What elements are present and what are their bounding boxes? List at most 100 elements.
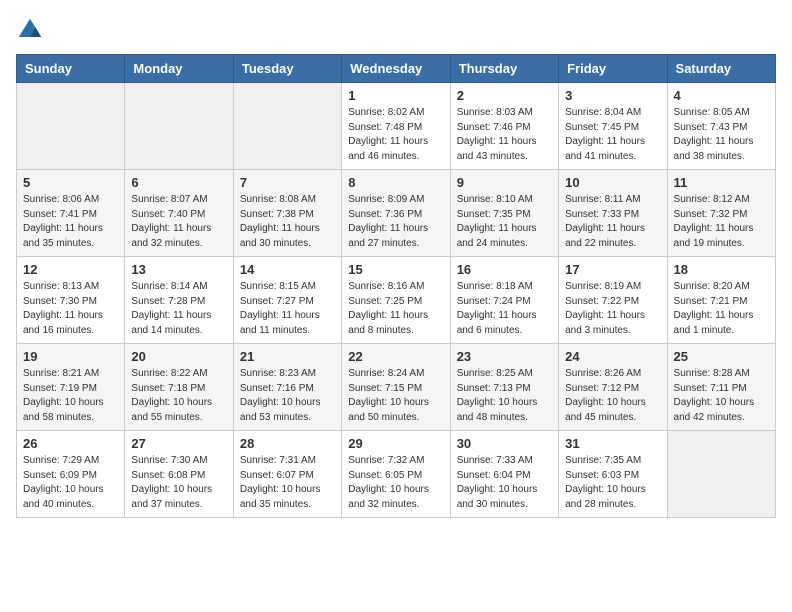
weekday-header: Friday [559,55,667,83]
cell-content: Sunrise: 8:24 AM Sunset: 7:15 PM Dayligh… [348,367,443,425]
day-number: 1 [348,88,443,103]
calendar-cell [233,83,341,170]
calendar-week-row: 19Sunrise: 8:21 AM Sunset: 7:19 PM Dayli… [17,344,776,431]
calendar-week-row: 26 Sunrise: 7:29 AM Sunset: 6:09 PM Dayli… [17,431,776,518]
calendar-week-row: 12 Sunrise: 8:13 AM Sunset: 7:30 PM Dayli… [17,257,776,344]
calendar-cell: 12 Sunrise: 8:13 AM Sunset: 7:30 PM Dayli… [17,257,125,344]
calendar-cell: 11 Sunrise: 8:12 AM Sunset: 7:32 PM Dayli… [667,170,775,257]
calendar-cell: 17Sunrise: 8:19 AM Sunset: 7:22 PM Dayli… [559,257,667,344]
cell-content: Sunrise: 8:23 AM Sunset: 7:16 PM Dayligh… [240,367,335,425]
logo-icon [16,16,44,44]
cell-content: Sunrise: 8:16 AM Sunset: 7:25 PM Dayligh… [348,280,443,338]
cell-content: Sunrise: 7:30 AM Sunset: 6:08 PM Dayligh… [131,454,226,512]
calendar-cell [125,83,233,170]
calendar-table: SundayMondayTuesdayWednesdayThursdayFrid… [16,54,776,518]
day-number: 14 [240,262,335,277]
day-number: 16 [457,262,552,277]
calendar-cell [17,83,125,170]
calendar-cell: 14 Sunrise: 8:15 AM Sunset: 7:27 PM Dayli… [233,257,341,344]
day-number: 10 [565,175,660,190]
calendar-cell: 25 Sunrise: 8:28 AM Sunset: 7:11 PM Dayli… [667,344,775,431]
day-number: 6 [131,175,226,190]
calendar-cell: 21 Sunrise: 8:23 AM Sunset: 7:16 PM Dayli… [233,344,341,431]
day-number: 8 [348,175,443,190]
calendar-week-row: 1 Sunrise: 8:02 AM Sunset: 7:48 PM Daylig… [17,83,776,170]
day-number: 25 [674,349,769,364]
calendar-cell: 3Sunrise: 8:04 AM Sunset: 7:45 PM Daylig… [559,83,667,170]
cell-content: Sunrise: 8:08 AM Sunset: 7:38 PM Dayligh… [240,193,335,251]
calendar-cell: 6 Sunrise: 8:07 AM Sunset: 7:40 PM Daylig… [125,170,233,257]
day-number: 15 [348,262,443,277]
calendar-body: 1 Sunrise: 8:02 AM Sunset: 7:48 PM Daylig… [17,83,776,518]
calendar-cell: 5 Sunrise: 8:06 AM Sunset: 7:41 PM Daylig… [17,170,125,257]
day-number: 21 [240,349,335,364]
cell-content: Sunrise: 8:26 AM Sunset: 7:12 PM Dayligh… [565,367,660,425]
cell-content: Sunrise: 8:28 AM Sunset: 7:11 PM Dayligh… [674,367,769,425]
weekday-header: Thursday [450,55,558,83]
day-number: 3 [565,88,660,103]
day-number: 28 [240,436,335,451]
day-number: 30 [457,436,552,451]
calendar-cell: 9 Sunrise: 8:10 AM Sunset: 7:35 PM Daylig… [450,170,558,257]
cell-content: Sunrise: 8:18 AM Sunset: 7:24 PM Dayligh… [457,280,552,338]
weekday-header: Sunday [17,55,125,83]
calendar-cell: 4Sunrise: 8:05 AM Sunset: 7:43 PM Daylig… [667,83,775,170]
cell-content: Sunrise: 7:29 AM Sunset: 6:09 PM Dayligh… [23,454,118,512]
cell-content: Sunrise: 8:14 AM Sunset: 7:28 PM Dayligh… [131,280,226,338]
day-number: 5 [23,175,118,190]
weekday-row: SundayMondayTuesdayWednesdayThursdayFrid… [17,55,776,83]
cell-content: Sunrise: 8:22 AM Sunset: 7:18 PM Dayligh… [131,367,226,425]
calendar-cell: 2 Sunrise: 8:03 AM Sunset: 7:46 PM Daylig… [450,83,558,170]
day-number: 31 [565,436,660,451]
cell-content: Sunrise: 8:11 AM Sunset: 7:33 PM Dayligh… [565,193,660,251]
calendar-cell: 1 Sunrise: 8:02 AM Sunset: 7:48 PM Daylig… [342,83,450,170]
calendar-cell: 16 Sunrise: 8:18 AM Sunset: 7:24 PM Dayli… [450,257,558,344]
day-number: 17 [565,262,660,277]
cell-content: Sunrise: 8:06 AM Sunset: 7:41 PM Dayligh… [23,193,118,251]
calendar-cell: 8 Sunrise: 8:09 AM Sunset: 7:36 PM Daylig… [342,170,450,257]
weekday-header: Wednesday [342,55,450,83]
cell-content: Sunrise: 7:35 AM Sunset: 6:03 PM Dayligh… [565,454,660,512]
cell-content: Sunrise: 8:09 AM Sunset: 7:36 PM Dayligh… [348,193,443,251]
cell-content: Sunrise: 8:12 AM Sunset: 7:32 PM Dayligh… [674,193,769,251]
cell-content: Sunrise: 7:31 AM Sunset: 6:07 PM Dayligh… [240,454,335,512]
day-number: 20 [131,349,226,364]
cell-content: Sunrise: 8:03 AM Sunset: 7:46 PM Dayligh… [457,106,552,164]
calendar-cell: 31 Sunrise: 7:35 AM Sunset: 6:03 PM Dayli… [559,431,667,518]
day-number: 19 [23,349,118,364]
calendar-cell: 13 Sunrise: 8:14 AM Sunset: 7:28 PM Dayli… [125,257,233,344]
day-number: 11 [674,175,769,190]
weekday-header: Saturday [667,55,775,83]
calendar-cell: 10 Sunrise: 8:11 AM Sunset: 7:33 PM Dayli… [559,170,667,257]
calendar-cell: 19Sunrise: 8:21 AM Sunset: 7:19 PM Dayli… [17,344,125,431]
day-number: 12 [23,262,118,277]
logo [16,16,48,44]
cell-content: Sunrise: 7:33 AM Sunset: 6:04 PM Dayligh… [457,454,552,512]
day-number: 23 [457,349,552,364]
day-number: 24 [565,349,660,364]
calendar-week-row: 5 Sunrise: 8:06 AM Sunset: 7:41 PM Daylig… [17,170,776,257]
day-number: 9 [457,175,552,190]
cell-content: Sunrise: 8:13 AM Sunset: 7:30 PM Dayligh… [23,280,118,338]
calendar-cell: 7 Sunrise: 8:08 AM Sunset: 7:38 PM Daylig… [233,170,341,257]
day-number: 2 [457,88,552,103]
day-number: 26 [23,436,118,451]
calendar-cell: 29Sunrise: 7:32 AM Sunset: 6:05 PM Dayli… [342,431,450,518]
day-number: 4 [674,88,769,103]
day-number: 13 [131,262,226,277]
cell-content: Sunrise: 8:10 AM Sunset: 7:35 PM Dayligh… [457,193,552,251]
calendar-cell: 28 Sunrise: 7:31 AM Sunset: 6:07 PM Dayli… [233,431,341,518]
cell-content: Sunrise: 8:15 AM Sunset: 7:27 PM Dayligh… [240,280,335,338]
page-header [16,16,776,44]
day-number: 18 [674,262,769,277]
weekday-header: Monday [125,55,233,83]
cell-content: Sunrise: 8:07 AM Sunset: 7:40 PM Dayligh… [131,193,226,251]
calendar-cell: 22Sunrise: 8:24 AM Sunset: 7:15 PM Dayli… [342,344,450,431]
day-number: 7 [240,175,335,190]
cell-content: Sunrise: 8:02 AM Sunset: 7:48 PM Dayligh… [348,106,443,164]
calendar-cell: 30 Sunrise: 7:33 AM Sunset: 6:04 PM Dayli… [450,431,558,518]
day-number: 27 [131,436,226,451]
weekday-header: Tuesday [233,55,341,83]
calendar-header: SundayMondayTuesdayWednesdayThursdayFrid… [17,55,776,83]
calendar-cell [667,431,775,518]
